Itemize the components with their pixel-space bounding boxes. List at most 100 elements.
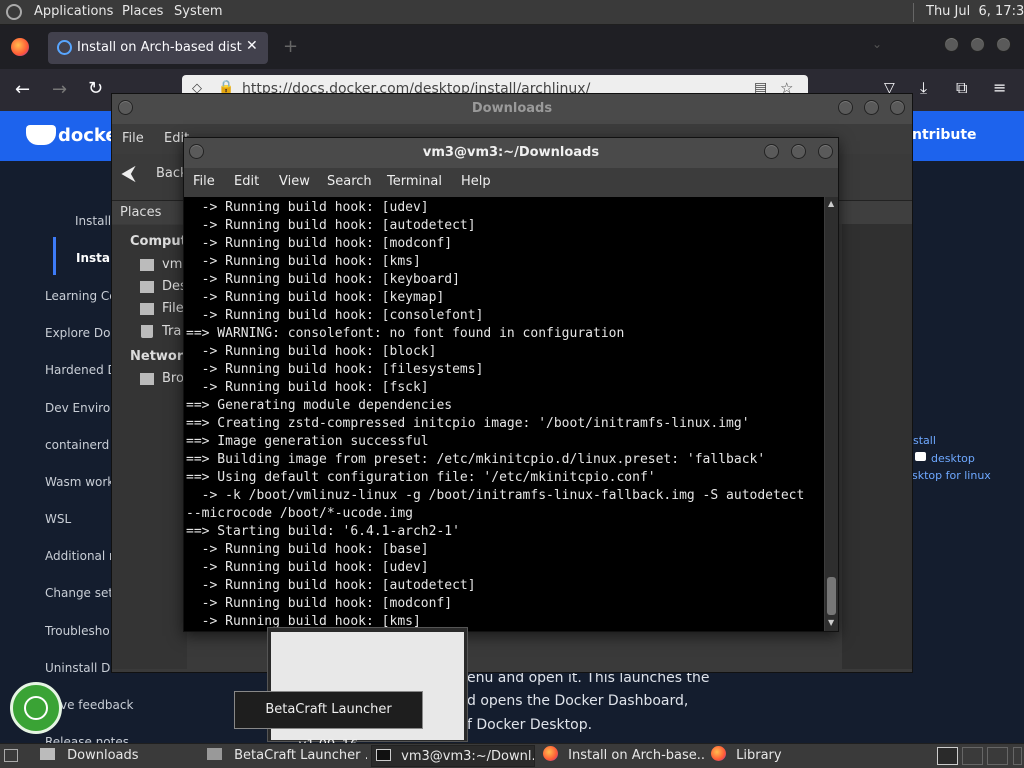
fm-minimize-icon[interactable]	[838, 100, 853, 115]
terminal-icon	[376, 749, 391, 761]
sidebar-item[interactable]: Install	[75, 214, 111, 228]
sidebar-item[interactable]: ve feedback	[60, 698, 133, 712]
term-close-icon[interactable]	[818, 144, 833, 159]
sidebar-item[interactable]: Troublesho	[45, 624, 110, 638]
show-desktop-icon[interactable]	[4, 749, 18, 762]
fm-maximize-icon[interactable]	[864, 100, 879, 115]
firefox-library-icon	[711, 746, 726, 761]
scroll-down-icon[interactable]: ▼	[828, 618, 834, 627]
top-panel: Applications Places System Thu Jul 6, 17…	[0, 0, 1024, 25]
fm-place-item[interactable]: File	[162, 301, 184, 316]
clock[interactable]: Thu Jul 6, 17:33	[926, 4, 1024, 19]
terminal-line: ==> WARNING: consolefont: no font found …	[186, 326, 625, 341]
term-menu-edit[interactable]: Edit	[234, 174, 259, 189]
reload-icon[interactable]: ↻	[88, 78, 103, 99]
term-maximize-icon[interactable]	[791, 144, 806, 159]
desktop-folder-icon	[140, 281, 154, 293]
workspace-1[interactable]	[937, 747, 958, 765]
fm-close-icon[interactable]	[890, 100, 905, 115]
body-text: d opens the Docker Dashboard,	[467, 693, 689, 709]
terminal-line: ==> Creating zstd-compressed initcpio im…	[186, 416, 750, 431]
terminal-titlebar[interactable]: vm3@vm3:~/Downloads	[184, 138, 838, 168]
terminal-line: ==> Building image from preset: /etc/mki…	[186, 452, 766, 467]
toc-link[interactable]: sktop for linux	[912, 469, 991, 482]
fm-content-area	[842, 224, 912, 669]
toc-link[interactable]: stall	[913, 434, 936, 447]
extensions-icon[interactable]: ⧉	[956, 78, 967, 98]
back-arrow-icon[interactable]: ←	[15, 79, 30, 100]
term-menu-terminal[interactable]: Terminal	[387, 174, 442, 189]
term-menu-help[interactable]: Help	[461, 174, 491, 189]
terminal-line: -> Running build hook: [fsck]	[186, 380, 429, 395]
terminal-line: -> Running build hook: [keymap]	[186, 290, 445, 305]
terminal-line: -> Running build hook: [autodetect]	[186, 578, 476, 593]
ff-close-icon[interactable]	[996, 37, 1011, 52]
taskbar-item-firefox[interactable]: Install on Arch-base...	[539, 745, 704, 767]
downloads-icon[interactable]: ⤓	[920, 78, 927, 98]
scroll-thumb[interactable]	[827, 577, 836, 615]
scroll-up-icon[interactable]: ▲	[828, 199, 834, 208]
terminal-output[interactable]: -> Running build hook: [udev] -> Running…	[184, 197, 824, 631]
term-menu-search[interactable]: Search	[327, 174, 372, 189]
taskbar-label: BetaCraft Launcher ...	[234, 748, 367, 763]
sidebar-item[interactable]: Additional re	[45, 549, 121, 563]
applications-menu[interactable]: Applications	[34, 4, 113, 19]
firefox-icon	[543, 746, 558, 761]
firefox-view-icon[interactable]	[11, 38, 29, 56]
terminal-line: ==> Generating module dependencies	[186, 398, 453, 413]
folder-icon	[40, 748, 55, 760]
forward-arrow-icon[interactable]: →	[52, 79, 67, 100]
term-menu-view[interactable]: View	[279, 174, 310, 189]
contribute-link[interactable]: ntribute	[912, 127, 977, 143]
ff-maximize-icon[interactable]	[970, 37, 985, 52]
fm-sidebar: Compute vm. Des File Tra Network Bro	[112, 225, 196, 669]
terminal-scrollbar[interactable]: ▲ ▼	[825, 197, 838, 631]
terminal-window: vm3@vm3:~/Downloads File Edit View Searc…	[183, 137, 839, 632]
fm-place-item[interactable]: Tra	[162, 324, 181, 339]
terminal-line: --microcode /boot/*-ucode.img	[186, 506, 413, 521]
term-menu-icon[interactable]	[189, 144, 204, 159]
distro-logo-icon[interactable]	[6, 4, 22, 20]
workspace-2[interactable]	[962, 747, 983, 765]
fm-back-icon[interactable]: ⮜	[122, 163, 135, 184]
terminal-line: -> Running build hook: [udev]	[186, 560, 429, 575]
terminal-line: -> Running build hook: [filesystems]	[186, 362, 484, 377]
new-tab-icon[interactable]: +	[283, 36, 298, 57]
term-minimize-icon[interactable]	[764, 144, 779, 159]
taskbar-label: Downloads	[67, 748, 139, 763]
list-tabs-icon[interactable]: ⌄	[872, 37, 882, 51]
terminal-line: -> Running build hook: [udev]	[186, 200, 429, 215]
fm-menu-icon[interactable]	[118, 100, 133, 115]
taskbar-label: Library	[736, 748, 782, 763]
places-menu[interactable]: Places	[122, 4, 163, 19]
terminal-line: -> Running build hook: [kms]	[186, 254, 421, 269]
terminal-line: ==> Image generation successful	[186, 434, 429, 449]
sidebar-item[interactable]: WSL	[45, 512, 71, 526]
tab-close-icon[interactable]: ✕	[246, 38, 258, 54]
workspace-3[interactable]	[987, 747, 1008, 765]
system-menu[interactable]: System	[174, 4, 222, 19]
taskbar-item-library[interactable]: Library	[707, 745, 867, 767]
terminal-line: -> Running build hook: [keyboard]	[186, 272, 460, 287]
sidebar-item[interactable]: Wasm workl	[45, 475, 118, 489]
fm-menu-file[interactable]: File	[122, 131, 144, 146]
tab-title: Install on Arch-based distrit	[77, 40, 242, 55]
cookie-settings-button[interactable]	[10, 682, 62, 734]
fm-place-item[interactable]: Bro	[162, 371, 184, 386]
taskbar-item-terminal[interactable]: vm3@vm3:~/Downl...	[371, 745, 535, 767]
term-menu-file[interactable]: File	[193, 174, 215, 189]
taskbar-item-betacraft[interactable]: BetaCraft Launcher ...	[203, 745, 367, 767]
trash-applet-icon[interactable]	[1013, 747, 1022, 765]
taskbar-item-downloads[interactable]: Downloads	[36, 745, 196, 767]
toc-link[interactable]: desktop	[931, 452, 975, 465]
file-manager-titlebar[interactable]: Downloads	[112, 94, 912, 124]
sidebar-item[interactable]: Dev Environ	[45, 401, 118, 415]
ff-minimize-icon[interactable]	[944, 37, 959, 52]
tab-docker-install[interactable]: Install on Arch-based distrit ✕	[48, 32, 268, 64]
terminal-line: -> Running build hook: [modconf]	[186, 596, 453, 611]
sidebar-item[interactable]: Change setti	[45, 586, 121, 600]
taskbar-label: Install on Arch-base...	[568, 748, 704, 763]
filesystem-icon	[140, 303, 154, 315]
fm-places-label[interactable]: Places	[120, 205, 161, 220]
app-menu-icon[interactable]: ≡	[993, 78, 1006, 97]
